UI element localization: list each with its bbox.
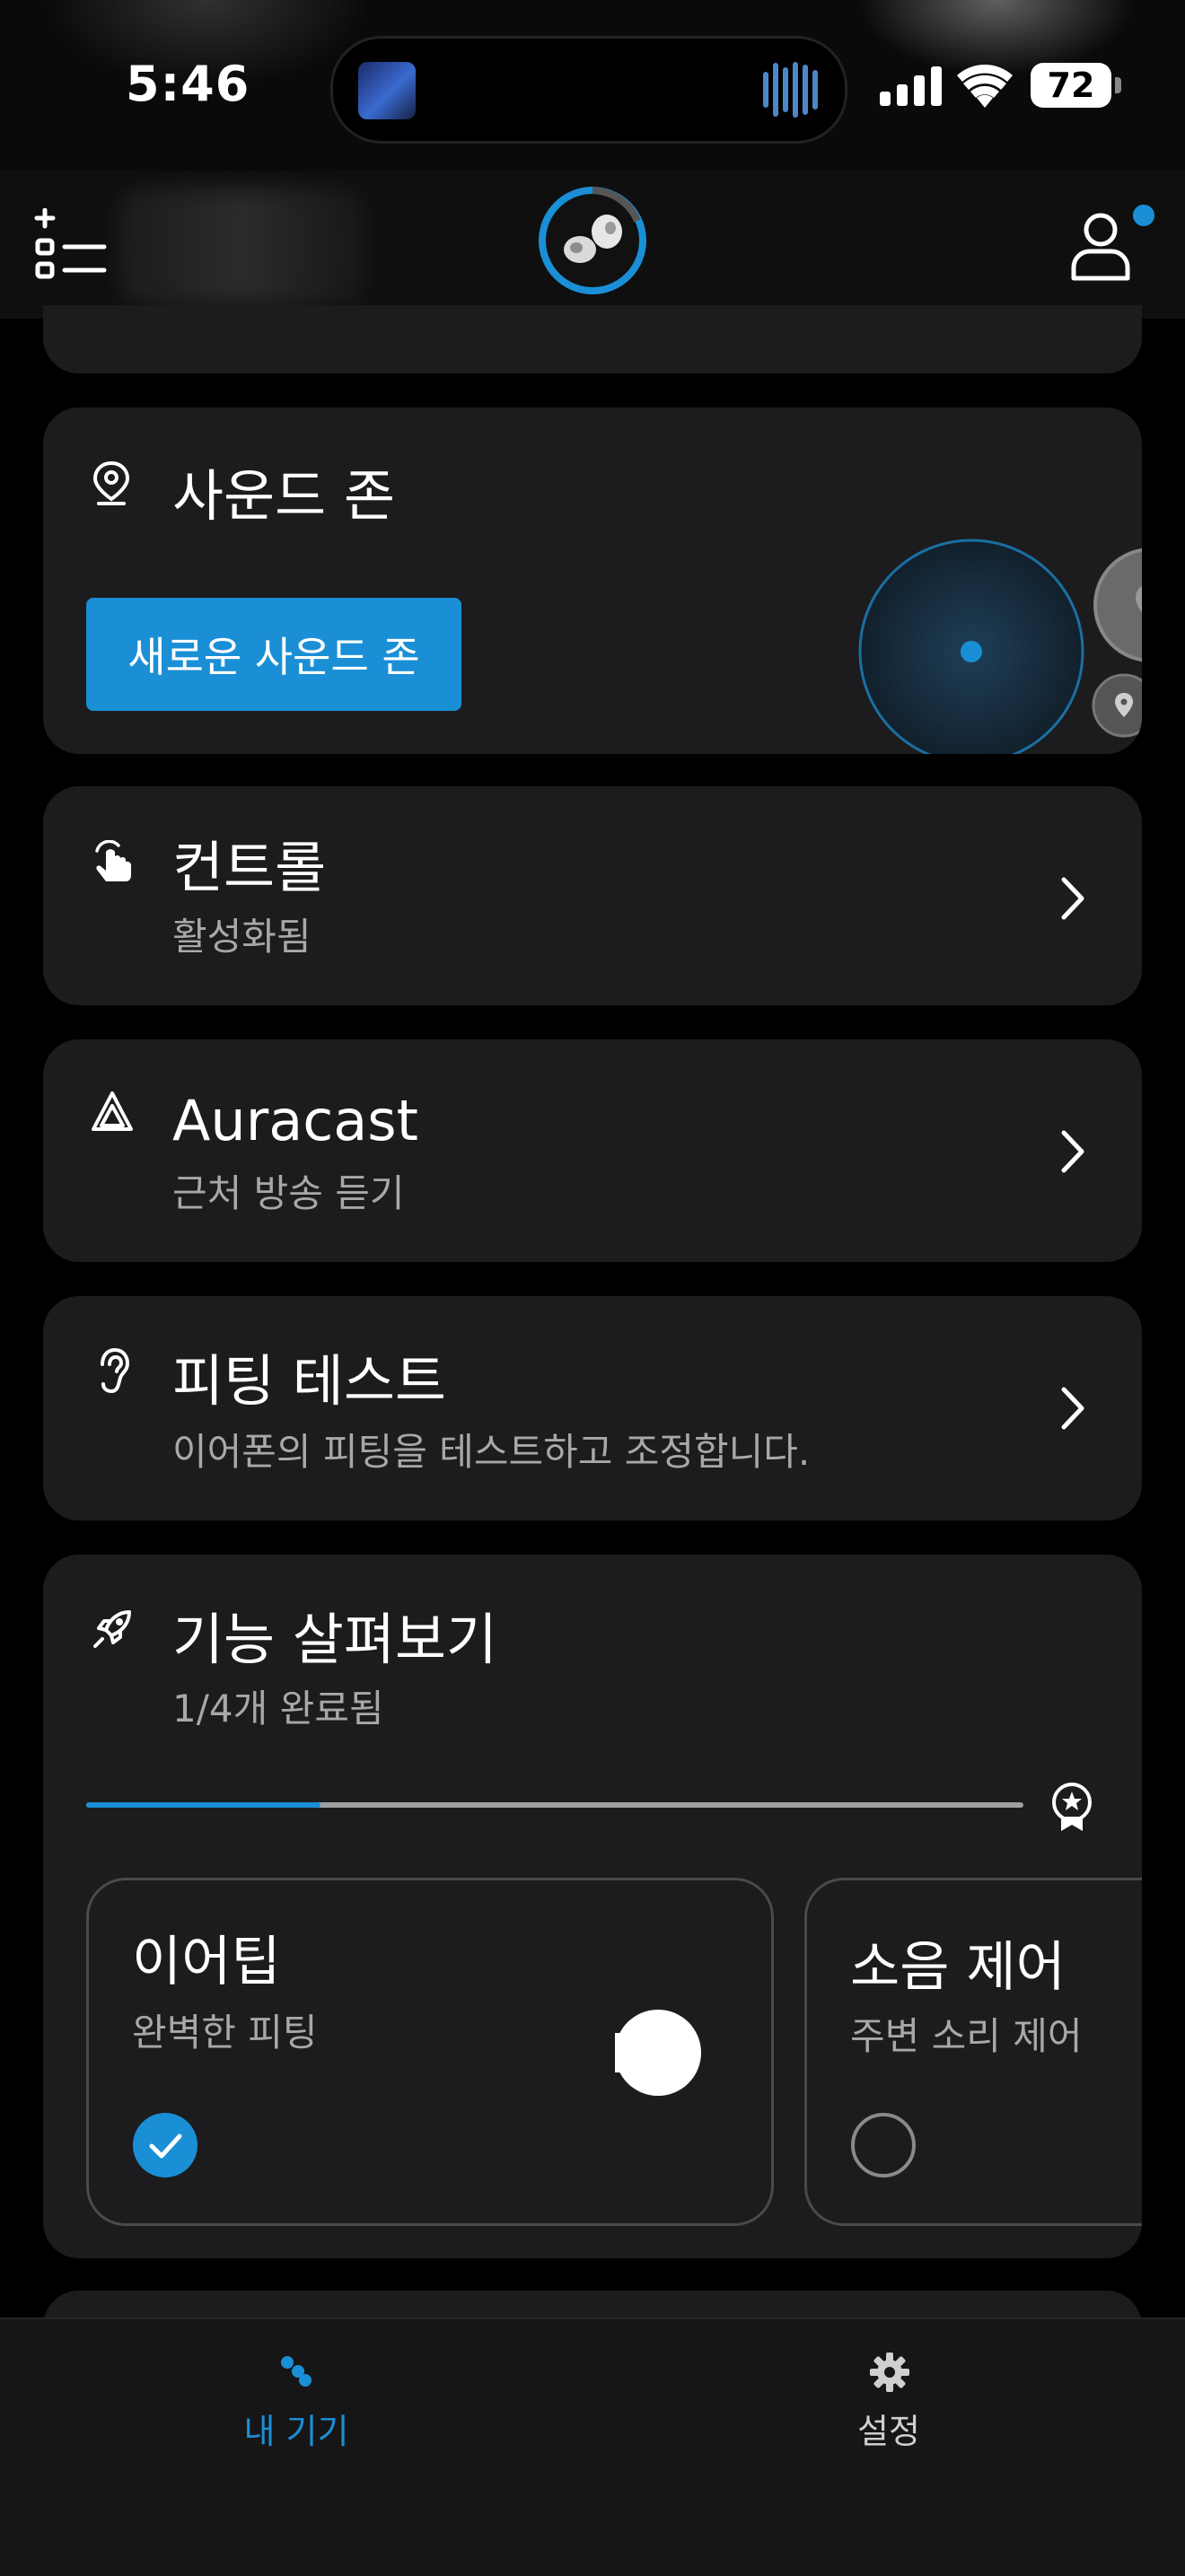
chevron-right-icon (1061, 1387, 1084, 1430)
previous-card (43, 305, 1142, 373)
auracast-card[interactable]: Auracast 근처 방송 듣기 (43, 1039, 1142, 1262)
waveform-icon (763, 62, 818, 118)
unchecked-circle-icon (851, 2113, 916, 2177)
progress-track (86, 1802, 1023, 1808)
earbuds-device-icon[interactable] (537, 185, 648, 296)
progress-fill (86, 1802, 320, 1808)
clock: 5:46 (126, 56, 250, 112)
ear-icon (101, 1347, 130, 1394)
feature-item-subtitle: 주변 소리 제어 (850, 2014, 1083, 2058)
sound-zone-map[interactable] (815, 535, 1142, 754)
status-bar: 5:46 72 (0, 0, 1185, 171)
nav-item-settings[interactable]: 설정 (799, 2348, 979, 2465)
app-header (0, 171, 1185, 319)
check-icon (133, 2113, 198, 2177)
fit-test-subtitle: 이어폰의 피팅을 테스트하고 조정합니다. (172, 1430, 811, 1474)
battery-tip (1115, 77, 1121, 93)
feature-item-title: 이어팁 (132, 1931, 281, 1993)
nav-label-my-devices: 내 기기 (243, 2412, 349, 2451)
nav-label-settings: 설정 (857, 2412, 920, 2451)
notification-dot (1133, 205, 1154, 226)
controls-subtitle: 활성화됨 (172, 915, 312, 959)
dynamic-island[interactable] (330, 36, 847, 144)
fit-test-title: 피팅 테스트 (172, 1348, 446, 1414)
gear-icon (870, 2353, 909, 2392)
controls-card[interactable]: 컨트롤 활성화됨 (43, 786, 1142, 1005)
battery-icon: 72 (1031, 63, 1111, 108)
my-devices-icon (281, 2356, 312, 2387)
wifi-icon (957, 65, 1013, 108)
sound-zone-card: 사운드 존 새로운 사운드 존 (43, 407, 1142, 754)
bottom-navigation: 내 기기 설정 (0, 2318, 1185, 2576)
award-badge-icon (1052, 1783, 1092, 1831)
new-sound-zone-button[interactable]: 새로운 사운드 존 (86, 598, 461, 711)
chevron-right-icon (1061, 877, 1084, 920)
auracast-icon (92, 1091, 133, 1131)
touch-gesture-icon (95, 840, 131, 881)
auracast-subtitle: 근처 방송 듣기 (172, 1171, 405, 1215)
feature-tour-card: 기능 살펴보기 1/4개 완료됨 이어팁 완벽한 피팅 소음 제어 주변 소리 … (43, 1555, 1142, 2258)
feature-tour-subtitle: 1/4개 완료됨 (172, 1687, 384, 1730)
nav-item-my-devices[interactable]: 내 기기 (206, 2348, 386, 2465)
feature-tour-title: 기능 살펴보기 (172, 1607, 497, 1672)
add-list-icon[interactable] (34, 208, 108, 282)
feature-item-noise-control[interactable]: 소음 제어 주변 소리 제어 (804, 1878, 1142, 2226)
location-pin-icon (92, 460, 130, 505)
feature-item-eartips[interactable]: 이어팁 완벽한 피팅 (86, 1878, 774, 2226)
auracast-title: Auracast (172, 1088, 418, 1153)
album-art (358, 62, 416, 119)
eartip-icon (610, 2006, 701, 2099)
fit-test-card[interactable]: 피팅 테스트 이어폰의 피팅을 테스트하고 조정합니다. (43, 1296, 1142, 1520)
signal-icon (880, 66, 942, 106)
chevron-right-icon (1061, 1130, 1084, 1173)
feature-item-subtitle: 완벽한 피팅 (132, 2011, 318, 2055)
profile-icon[interactable] (1068, 208, 1140, 282)
controls-title: 컨트롤 (172, 835, 327, 900)
rocket-icon (93, 1610, 131, 1648)
feature-item-title: 소음 제어 (850, 1936, 1066, 1999)
blurred-device-name (117, 188, 368, 305)
sound-zone-title: 사운드 존 (172, 463, 395, 529)
